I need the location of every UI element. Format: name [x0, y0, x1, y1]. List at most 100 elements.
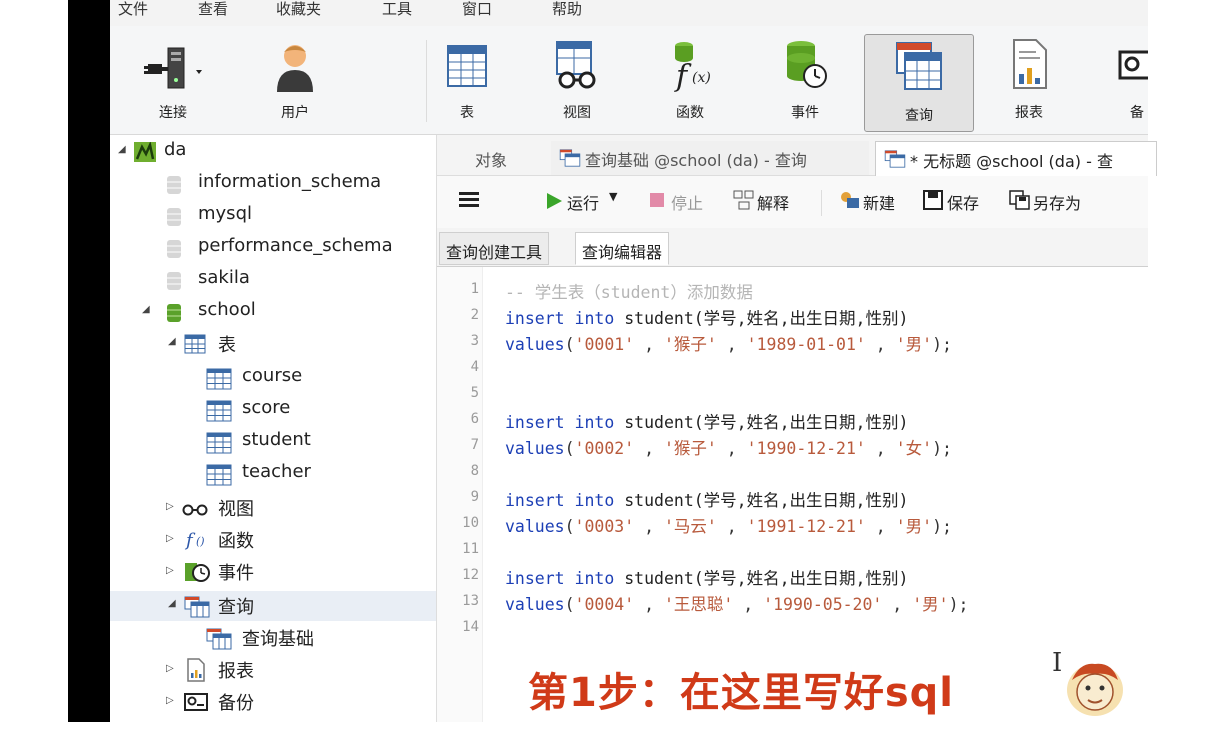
line-number: 5: [470, 385, 479, 401]
tab-query-basics-label: 查询基础 @school (da) - 查询: [585, 151, 807, 170]
tab-query-basics[interactable]: 查询基础 @school (da) - 查询: [551, 141, 869, 175]
query-sub-tabs: 查询创建工具 查询编辑器: [437, 228, 1148, 267]
connect-button[interactable]: 连接: [128, 32, 218, 132]
new-icon: [839, 190, 861, 214]
tree-tables-group[interactable]: ◢ 表: [110, 329, 436, 359]
line-number: 9: [470, 489, 479, 505]
dropdown-arrow-icon[interactable]: ▼: [609, 190, 617, 203]
tree-db-mysql[interactable]: mysql: [110, 201, 436, 231]
hamburger-menu-button[interactable]: [457, 188, 481, 214]
table-icon: [206, 464, 232, 491]
sql-string: '0002': [574, 439, 635, 458]
event-clock-icon: [184, 561, 212, 588]
sql-string: '1991-12-21': [746, 517, 866, 536]
table-icon: [206, 368, 232, 395]
expand-icon[interactable]: ◢: [118, 144, 126, 155]
collapse-icon[interactable]: ▷: [166, 663, 174, 674]
collapse-icon[interactable]: ▷: [166, 501, 174, 512]
sql-editor[interactable]: 1 2 3 4 5 6 7 8 9 10 11 12 13 14 -- 学生表（…: [437, 267, 1148, 722]
database-green-icon: [166, 302, 182, 329]
menu-favorites[interactable]: 收藏夹: [276, 0, 321, 19]
hamburger-icon: [457, 192, 481, 214]
query-icon: [891, 39, 947, 99]
expand-icon[interactable]: ◢: [142, 304, 150, 315]
sql-string: '0004': [574, 595, 635, 614]
collapse-icon[interactable]: ▷: [166, 565, 174, 576]
svg-text:(x): (x): [692, 70, 711, 86]
collapse-icon[interactable]: ▷: [166, 533, 174, 544]
explain-icon: [733, 190, 755, 214]
svg-text:f: f: [674, 59, 692, 92]
menu-file[interactable]: 文件: [118, 0, 148, 19]
report-icon: [1004, 36, 1054, 96]
line-number: 7: [470, 437, 479, 453]
tree-table-score[interactable]: score: [110, 395, 436, 425]
sql-text: student(学号,姓名,出生日期,性别): [614, 491, 909, 510]
sql-keyword: values: [505, 595, 565, 614]
tree-table-teacher[interactable]: teacher: [110, 459, 436, 489]
view-glasses-icon: [182, 501, 208, 522]
tree-query-item[interactable]: 查询基础: [110, 623, 436, 653]
line-number: 3: [470, 333, 479, 349]
query-icon: [884, 150, 906, 172]
sql-keyword: insert into: [505, 413, 615, 432]
function-button[interactable]: f (x) 函数: [645, 32, 735, 132]
code-line-values: values('0003' , '马云' , '1991-12-21' , '男…: [505, 517, 952, 536]
db-label: information_schema: [198, 171, 382, 192]
tree-queries[interactable]: ◢ 查询: [110, 591, 436, 621]
tree-events[interactable]: ▷ 事件: [110, 557, 436, 587]
report-label: 报表: [1015, 105, 1043, 121]
tree-table-student[interactable]: student: [110, 427, 436, 457]
tree-views[interactable]: ▷ 视图: [110, 493, 436, 523]
sql-string: '0001': [574, 335, 635, 354]
tab-objects[interactable]: 对象: [453, 141, 549, 175]
table-button[interactable]: 表: [422, 32, 512, 132]
view-button[interactable]: 视图: [532, 32, 622, 132]
code-line-insert: insert into student(学号,姓名,出生日期,性别): [505, 487, 908, 511]
tree-connection-da[interactable]: ◢ da: [110, 137, 436, 167]
event-label: 事件: [791, 105, 819, 121]
tree-db-information-schema[interactable]: information_schema: [110, 169, 436, 199]
tree-reports[interactable]: ▷ 报表: [110, 655, 436, 685]
sql-string: '男': [895, 517, 933, 536]
menu-tools[interactable]: 工具: [382, 0, 412, 19]
table-label: teacher: [242, 461, 311, 482]
sql-string: '1990-05-20': [763, 595, 883, 614]
sql-string: '0003': [574, 517, 635, 536]
tree-db-sakila[interactable]: sakila: [110, 265, 436, 295]
menu-help[interactable]: 帮助: [552, 0, 582, 19]
menu-window[interactable]: 窗口: [462, 0, 492, 19]
view-label: 视图: [563, 105, 591, 121]
tab-query-editor[interactable]: 查询编辑器: [575, 232, 670, 265]
sql-keyword: insert into: [505, 491, 615, 510]
collapse-icon[interactable]: ▷: [166, 695, 174, 706]
tree-backups[interactable]: ▷ 备份: [110, 687, 436, 717]
new-label: 新建: [863, 194, 896, 213]
tab-query-builder[interactable]: 查询创建工具: [439, 232, 550, 265]
event-button[interactable]: 事件: [760, 32, 850, 132]
code-line-insert: insert into student(学号,姓名,出生日期,性别): [505, 565, 908, 589]
report-icon: [186, 658, 206, 687]
table-icon: [206, 400, 232, 427]
query-icon: [184, 596, 210, 623]
query-button[interactable]: 查询: [864, 34, 974, 132]
object-tree: ◢ da information_schema mysql performanc…: [110, 135, 437, 722]
report-button[interactable]: 报表: [984, 32, 1074, 132]
database-gray-icon: [166, 238, 182, 265]
view-icon: [549, 36, 605, 96]
expand-icon[interactable]: ◢: [168, 598, 176, 609]
backup-label: 备: [1130, 105, 1144, 121]
function-label: 函数: [676, 105, 704, 121]
table-label: score: [242, 397, 291, 418]
tree-db-school[interactable]: ◢ school: [110, 297, 436, 327]
backup-button[interactable]: 备: [1096, 32, 1148, 132]
sql-keyword: values: [505, 517, 565, 536]
tree-functions[interactable]: ▷ f() 函数: [110, 525, 436, 555]
tree-db-performance-schema[interactable]: performance_schema: [110, 233, 436, 263]
tab-untitled-query[interactable]: * 无标题 @school (da) - 查: [875, 141, 1157, 176]
user-button[interactable]: 用户: [250, 32, 340, 132]
code-line-values: values('0002' , '猴子' , '1990-12-21' , '女…: [505, 439, 952, 458]
expand-icon[interactable]: ◢: [168, 336, 176, 347]
tree-table-course[interactable]: course: [110, 363, 436, 393]
menu-view[interactable]: 查看: [198, 0, 228, 19]
